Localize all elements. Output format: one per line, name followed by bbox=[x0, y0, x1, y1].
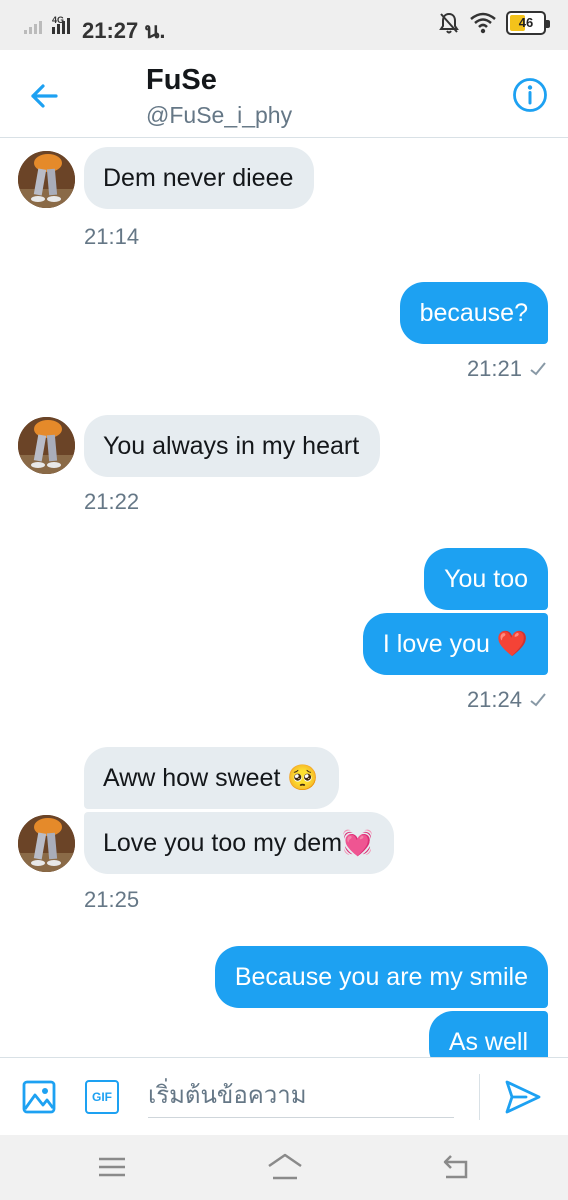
message-timestamp: 21:21 bbox=[467, 356, 546, 382]
message-timestamp: 21:14 bbox=[84, 224, 140, 249]
avatar[interactable] bbox=[18, 151, 75, 208]
status-bar: 4G 21:27 น. 46 bbox=[0, 0, 568, 50]
message-bubble-incoming[interactable]: Love you too my dem💓 bbox=[84, 812, 395, 874]
message-bubble-outgoing[interactable]: You too bbox=[424, 548, 548, 610]
avatar-image bbox=[18, 151, 75, 208]
message-timestamp: 21:22 bbox=[84, 489, 140, 514]
info-icon[interactable] bbox=[512, 77, 548, 113]
timestamp-text: 21:21 bbox=[466, 356, 522, 381]
avatar[interactable] bbox=[18, 417, 75, 474]
message-bubble-outgoing[interactable]: As well bbox=[428, 1011, 548, 1057]
avatar-image bbox=[18, 815, 75, 872]
checkmark-icon bbox=[530, 693, 546, 707]
status-time: 21:27 น. bbox=[82, 18, 166, 43]
contact-name[interactable]: FuSe bbox=[146, 64, 217, 97]
signal-strength-icon: 4G bbox=[24, 16, 70, 34]
notifications-off-icon bbox=[439, 12, 459, 34]
avatar-image bbox=[18, 417, 75, 474]
image-icon[interactable] bbox=[22, 1080, 56, 1114]
message-bubble-outgoing[interactable]: I love you ❤️ bbox=[362, 613, 548, 675]
message-bubble-incoming[interactable]: You always in my heart bbox=[84, 415, 381, 477]
message-bubble-outgoing[interactable]: Because you are my smile bbox=[214, 946, 548, 1008]
wifi-icon bbox=[470, 12, 496, 34]
message-timestamp: 21:24 bbox=[467, 687, 546, 713]
message-list[interactable]: Dem never dieee 21:14 because? 21:21 You… bbox=[0, 139, 568, 1057]
battery-icon: 46 bbox=[506, 11, 550, 35]
back-icon[interactable] bbox=[440, 1152, 472, 1182]
home-icon[interactable] bbox=[266, 1152, 304, 1182]
message-composer: GIF bbox=[0, 1057, 568, 1135]
message-bubble-incoming[interactable]: Dem never dieee bbox=[84, 147, 315, 209]
gif-button[interactable]: GIF bbox=[85, 1080, 119, 1114]
avatar[interactable] bbox=[18, 815, 75, 872]
message-bubble-outgoing[interactable]: because? bbox=[399, 282, 548, 344]
contact-handle[interactable]: @FuSe_i_phy bbox=[146, 102, 292, 129]
composer-divider bbox=[479, 1074, 480, 1120]
menu-icon[interactable] bbox=[96, 1152, 128, 1182]
send-icon[interactable] bbox=[504, 1078, 542, 1116]
battery-percent: 46 bbox=[518, 15, 534, 30]
message-timestamp: 21:25 bbox=[84, 887, 140, 912]
message-input[interactable] bbox=[148, 1072, 454, 1118]
message-bubble-incoming[interactable]: Aww how sweet 🥺 bbox=[84, 747, 340, 809]
status-icons: 46 bbox=[438, 11, 550, 35]
arrow-left-icon[interactable] bbox=[24, 76, 64, 116]
checkmark-icon bbox=[530, 362, 546, 376]
conversation-header: FuSe @FuSe_i_phy bbox=[0, 50, 568, 138]
timestamp-text: 21:24 bbox=[466, 687, 522, 712]
system-nav-bar bbox=[0, 1135, 568, 1200]
